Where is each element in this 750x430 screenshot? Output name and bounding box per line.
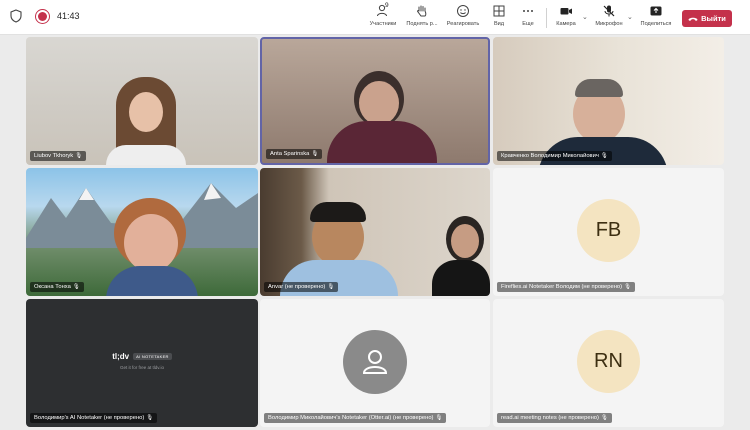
share-button[interactable]: Поделиться xyxy=(634,4,678,27)
view-label: Вид xyxy=(493,21,505,27)
more-icon xyxy=(523,10,533,12)
raise-hand-label: Поднять р... xyxy=(406,21,438,27)
participant-clothing xyxy=(106,266,198,296)
avatar-tile[interactable]: FB Fireflies.ai Notetaker Володим (не пр… xyxy=(493,168,724,296)
video-tile[interactable]: Liubov Tkhoryk 🎙 xyxy=(26,37,258,165)
camera-label: Камера xyxy=(556,21,576,27)
participant-name-label: Володимир's AI Notetaker (не проверено) 🎙 xyxy=(30,413,158,423)
second-participant-clothing xyxy=(432,260,490,296)
participant-hair xyxy=(310,202,366,222)
react-label: Реагировать xyxy=(446,21,480,27)
video-tile[interactable]: tl;dv AI NOTETAKER Get it for free at tl… xyxy=(26,299,258,427)
smiley-icon xyxy=(457,5,469,17)
hand-icon xyxy=(417,5,427,17)
participant-face xyxy=(129,92,163,132)
participants-count: 9 xyxy=(385,2,389,9)
mic-options-chevron-icon[interactable]: ⌄ xyxy=(627,13,633,21)
leave-button[interactable]: Выйти xyxy=(682,10,732,27)
microphone-button[interactable]: Микрофон xyxy=(587,4,631,27)
video-tile[interactable]: Anvar (не проверено) 🎙 xyxy=(260,168,490,296)
initials-avatar: RN xyxy=(577,330,640,393)
person-icon xyxy=(362,350,388,374)
participant-hair xyxy=(575,79,623,97)
participants-label: Участники xyxy=(369,21,397,27)
hang-up-icon xyxy=(688,17,698,21)
mic-icon: 🎙 xyxy=(72,284,80,290)
second-participant-face xyxy=(451,224,479,258)
meeting-status: 41:43 xyxy=(10,9,80,23)
participant-name-label: Liubov Tkhoryk 🎙 xyxy=(30,151,87,161)
participant-name-label: Anta Sparinska 🎙 xyxy=(266,149,323,159)
participant-face xyxy=(359,81,399,125)
participant-name-label: Оксана Тонха 🎙 xyxy=(30,282,84,292)
shield-icon xyxy=(10,9,22,23)
mic-off-icon xyxy=(603,5,615,17)
participants-button[interactable]: 9 Участники xyxy=(361,2,405,27)
video-tile-active-speaker[interactable]: Anta Sparinska 🎙 xyxy=(260,37,490,165)
microphone-label: Микрофон xyxy=(595,21,623,27)
mic-icon: 🎙 xyxy=(600,153,608,159)
recording-icon xyxy=(38,11,47,21)
camera-icon xyxy=(560,8,572,15)
participant-face xyxy=(124,214,178,272)
meeting-toolbar: 41:43 9 Участники Поднять р... Реагирова… xyxy=(0,0,750,35)
mic-icon: 🎙 xyxy=(75,153,83,159)
initials-avatar: FB xyxy=(577,199,640,262)
share-label: Поделиться xyxy=(640,21,672,27)
participant-clothing xyxy=(106,145,186,165)
mic-icon: 🎙 xyxy=(624,284,632,290)
tldv-logo: tl;dv AI NOTETAKER xyxy=(26,352,258,361)
mic-icon: 🎙 xyxy=(311,151,319,157)
avatar-tile[interactable]: Володимир Миколайович's Notetaker (Otter… xyxy=(260,299,490,427)
tldv-brand: tl;dv xyxy=(112,352,130,361)
more-label: Еще xyxy=(522,21,534,27)
participant-name-label: Fireflies.ai Notetaker Володим (не прове… xyxy=(497,282,636,292)
mic-icon: 🎙 xyxy=(146,415,154,421)
participant-name-label: Anvar (не проверено) 🎙 xyxy=(264,282,339,292)
participant-name-label: Володимир Миколайович's Notetaker (Otter… xyxy=(264,413,447,423)
share-icon xyxy=(650,6,662,16)
mic-icon: 🎙 xyxy=(600,415,608,421)
raise-hand-button[interactable]: Поднять р... xyxy=(400,4,444,27)
tldv-tagline: Get it for free at tldv.io xyxy=(120,365,164,370)
mic-icon: 🎙 xyxy=(435,415,443,421)
meeting-timer: 41:43 xyxy=(57,11,80,21)
participant-name-label: Кравченко Володимир Миколайович 🎙 xyxy=(497,151,612,161)
video-tile[interactable]: Кравченко Володимир Миколайович 🎙 xyxy=(493,37,724,165)
default-avatar xyxy=(343,330,407,394)
grid-view-icon xyxy=(493,5,505,17)
video-tile[interactable]: Оксана Тонха 🎙 xyxy=(26,168,258,296)
ai-notetaker-badge: AI NOTETAKER xyxy=(133,353,172,360)
avatar-tile[interactable]: RN read.ai meeting notes (не проверено) 🎙 xyxy=(493,299,724,427)
participant-clothing xyxy=(327,121,437,163)
leave-label: Выйти xyxy=(701,14,726,23)
participant-name-label: read.ai meeting notes (не проверено) 🎙 xyxy=(497,413,612,423)
mic-icon: 🎙 xyxy=(327,284,335,290)
